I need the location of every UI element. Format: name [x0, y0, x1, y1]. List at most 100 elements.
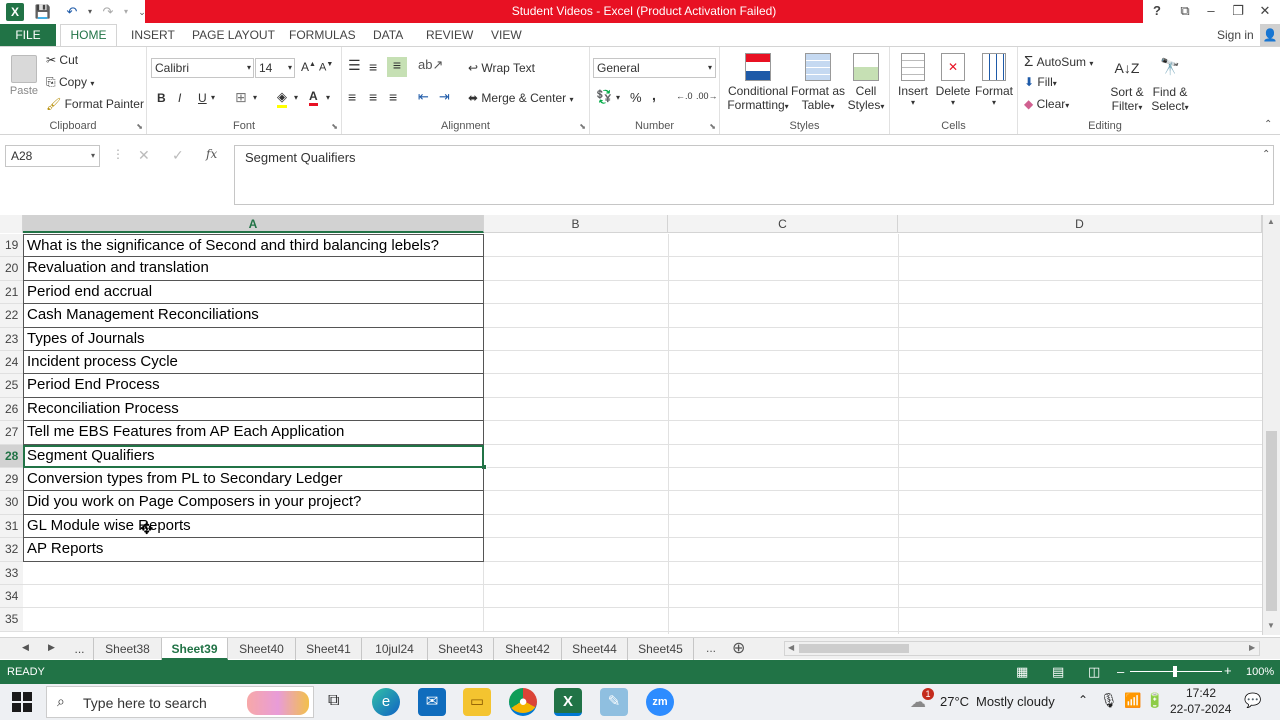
fill-color-dropdown-icon[interactable]: ▾ [294, 93, 298, 102]
row-header[interactable]: 33 [0, 561, 23, 585]
windows-start-icon[interactable] [12, 692, 32, 712]
chevron-up-icon[interactable]: ⌃ [1078, 693, 1088, 707]
file-explorer-icon[interactable]: ▭ [463, 688, 491, 716]
tab-file[interactable]: FILE [0, 24, 56, 46]
row-header[interactable]: 27 [0, 421, 23, 445]
increase-indent-icon[interactable]: ⇥ [439, 89, 450, 105]
cell-a[interactable]: Incident process Cycle [23, 351, 484, 375]
close-button[interactable]: ✕ [1252, 0, 1278, 22]
cell-a[interactable]: Revaluation and translation [23, 257, 484, 281]
find-select-button[interactable]: 🔭 Find & Select▾ [1150, 53, 1190, 113]
increase-font-icon[interactable]: A▲ [301, 60, 316, 74]
row-header[interactable]: 34 [0, 585, 23, 609]
bottom-align-icon[interactable]: ≡ [387, 57, 407, 77]
dialog-launcher-icon[interactable]: ⬊ [709, 122, 716, 131]
insert-function-button[interactable]: fx [206, 147, 217, 161]
decrease-font-icon[interactable]: A▼ [319, 61, 333, 74]
dialog-launcher-icon[interactable]: ⬊ [579, 122, 586, 131]
borders-dropdown-icon[interactable]: ▾ [253, 93, 257, 102]
cell-a[interactable]: What is the significance of Second and t… [23, 234, 484, 258]
currency-dropdown-icon[interactable]: ▾ [616, 93, 620, 102]
font-size-select[interactable]: 14 ▾ [255, 58, 295, 78]
maximize-button[interactable]: ❐ [1225, 0, 1251, 22]
zoom-app-icon[interactable]: zm [646, 688, 674, 716]
orientation-icon[interactable]: ab↗ [418, 57, 443, 73]
tab-home[interactable]: HOME [60, 24, 117, 47]
row-header[interactable]: 21 [0, 280, 23, 305]
user-avatar-icon[interactable]: 👤 [1260, 24, 1280, 46]
sheet-tab-sheet38[interactable]: Sheet38 [94, 638, 162, 660]
percent-button[interactable]: % [630, 90, 642, 105]
fill-color-icon[interactable]: ◈ [277, 89, 287, 108]
notes-app-icon[interactable]: ✎ [600, 688, 628, 716]
column-header-c[interactable]: C [668, 215, 898, 233]
undo-icon[interactable]: ↶ [62, 2, 82, 22]
sheet-tab-sheet42[interactable]: Sheet42 [494, 638, 562, 660]
format-painter-button[interactable]: 🖌 Format Painter [46, 97, 144, 111]
comma-button[interactable]: , [652, 87, 656, 103]
column-header-a[interactable]: A [23, 215, 484, 233]
cell-a[interactable]: Did you work on Page Composers in your p… [23, 491, 484, 515]
microphone-icon[interactable]: 🎙 [1100, 692, 1118, 709]
underline-dropdown-icon[interactable]: ▾ [211, 93, 215, 102]
taskbar-date[interactable]: 22-07-2024 [1170, 702, 1231, 716]
row-header[interactable]: 30 [0, 491, 23, 515]
sign-in-link[interactable]: Sign in [1217, 24, 1254, 46]
weather-temperature[interactable]: 27°C [940, 694, 969, 709]
sheet-tab-sheet41[interactable]: Sheet41 [296, 638, 362, 660]
fill-button[interactable]: ⬇ Fill▾ [1024, 75, 1057, 89]
align-right-icon[interactable]: ≡ [389, 89, 397, 105]
row-header[interactable]: 24 [0, 351, 23, 375]
scroll-right-icon[interactable]: ▶ [1249, 643, 1255, 652]
cut-button[interactable]: ✂ Cut [46, 53, 78, 67]
undo-dropdown-icon[interactable]: ▾ [80, 2, 100, 22]
select-all-corner[interactable] [0, 215, 23, 233]
scroll-up-icon[interactable]: ▲ [1267, 217, 1275, 226]
row-header[interactable]: 25 [0, 374, 23, 398]
zoom-level[interactable]: 100% [1246, 666, 1274, 678]
empty-cell-a[interactable] [23, 585, 484, 609]
sheet-tab-sheet39[interactable]: Sheet39 [162, 638, 228, 660]
decrease-decimal-icon[interactable]: .00→ [696, 91, 718, 101]
next-sheet-icon[interactable]: ▶ [48, 642, 55, 653]
italic-button[interactable]: I [178, 91, 181, 105]
delete-cells-button[interactable]: ✕ Delete ▾ [935, 53, 971, 107]
tab-insert[interactable]: INSERT [131, 24, 175, 46]
horizontal-scroll-thumb[interactable] [799, 644, 909, 653]
dialog-launcher-icon[interactable]: ⬊ [331, 122, 338, 131]
cell-a[interactable]: Types of Journals [23, 327, 484, 351]
formula-input[interactable]: Segment Qualifiers [234, 145, 1274, 205]
name-box[interactable]: A28 ▾ [5, 145, 100, 167]
autosum-button[interactable]: Σ AutoSum ▾ [1024, 53, 1093, 70]
wifi-icon[interactable]: 📶 [1124, 692, 1141, 709]
cell-a[interactable]: Tell me EBS Features from AP Each Applic… [23, 421, 484, 445]
excel-logo-icon[interactable]: X [6, 3, 24, 21]
row-header[interactable]: 35 [0, 608, 23, 632]
ribbon-display-options-icon[interactable]: ⧉ [1172, 0, 1198, 22]
spreadsheet-grid[interactable]: A B C D 19 What is the significance of Se… [0, 215, 1262, 635]
cell-a[interactable]: Segment Qualifiers [23, 444, 484, 468]
middle-align-icon[interactable]: ≡ [369, 59, 377, 75]
column-header-d[interactable]: D [898, 215, 1262, 233]
sheet-tab-sheet40[interactable]: Sheet40 [228, 638, 296, 660]
row-header[interactable]: 31 [0, 514, 23, 539]
cancel-entry-icon[interactable]: ✕ [138, 147, 150, 164]
row-header[interactable]: 28 [0, 444, 23, 468]
borders-icon[interactable]: ⊞ [235, 89, 247, 106]
empty-cell-a[interactable] [23, 608, 484, 632]
mail-icon[interactable]: ✉ [418, 688, 446, 716]
taskbar-search-box[interactable]: ⌕ Type here to search [46, 686, 314, 718]
bold-button[interactable]: B [157, 91, 166, 105]
cell-a[interactable]: Period end accrual [23, 280, 484, 305]
font-name-select[interactable]: Calibri ▾ [151, 58, 254, 78]
redo-icon[interactable]: ↷ [98, 2, 118, 22]
align-left-icon[interactable]: ≡ [348, 89, 356, 105]
row-header[interactable]: 22 [0, 304, 23, 328]
taskbar-time[interactable]: 17:42 [1186, 686, 1216, 700]
vertical-scrollbar[interactable]: ▲ ▼ [1262, 215, 1280, 635]
sheet-tab-10jul24[interactable]: 10jul24 [362, 638, 428, 660]
copy-button[interactable]: ⎘ Copy ▾ [46, 75, 94, 90]
cell-a[interactable]: Reconciliation Process [23, 397, 484, 422]
page-layout-view-icon[interactable]: ▤ [1052, 664, 1064, 680]
notification-center-icon[interactable]: 💬 [1244, 692, 1261, 709]
